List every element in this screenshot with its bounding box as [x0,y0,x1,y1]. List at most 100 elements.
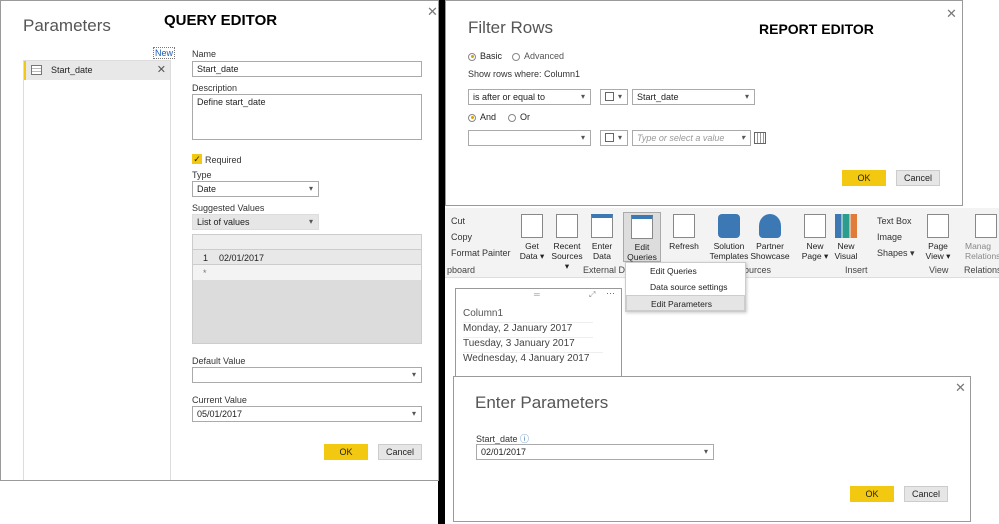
list-item[interactable]: Start_date ✕ [24,61,170,80]
ok-button[interactable]: OK [850,486,894,502]
format-painter-button[interactable]: Format Painter [451,248,511,258]
text-box-button[interactable]: Text Box [865,216,912,226]
row-value[interactable]: 02/01/2017 [219,253,264,263]
close-icon[interactable]: ✕ [955,380,966,396]
current-label: Current Value [192,395,247,405]
caption: REPORT EDITOR [759,21,874,37]
close-icon[interactable]: ✕ [427,4,438,20]
type-label: Type [192,170,212,180]
table-row: Tuesday, 3 January 2017 [463,337,593,349]
suggested-select[interactable]: List of values [192,214,319,230]
operator1-select[interactable]: is after or equal to [468,89,591,105]
bar-chart-icon [835,214,857,238]
table-icon [31,65,42,75]
suggested-label: Suggested Values [192,203,265,213]
cancel-button[interactable]: Cancel [378,444,422,460]
and-radio[interactable]: And [468,112,496,122]
shapes-button[interactable]: Shapes ▾ [865,248,915,259]
focus-mode-icon[interactable]: ⤢ [589,290,595,300]
basic-radio[interactable]: Basic [468,51,502,61]
person-icon [759,214,781,238]
operator2-select[interactable] [468,130,591,146]
table-row: Wednesday, 4 January 2017 [463,352,603,364]
solution-templates-button[interactable]: Solution Templates [709,214,749,261]
menu-item-edit-parameters[interactable]: Edit Parameters [626,295,745,311]
required-label: Required [205,155,242,165]
cancel-button[interactable]: Cancel [896,170,940,186]
or-radio[interactable]: Or [508,112,530,122]
edit-queries-menu: Edit Queries Data source settings Edit P… [625,262,746,312]
parameters-dialog: Parameters QUERY EDITOR ✕ New Start_date… [0,0,439,481]
page-view-button[interactable]: Page View ▾ [923,214,953,261]
list-item-label: Start_date [51,65,93,75]
new-link[interactable]: New [153,47,176,59]
puzzle-icon [718,214,740,238]
clock-icon [556,214,578,238]
relationships-icon [975,214,997,238]
new-page-button[interactable]: New Page ▾ [800,214,830,261]
enter-parameters-dialog: Enter Parameters ✕ Start_date ⓘ 02/01/20… [453,376,971,522]
name-input[interactable]: Start_date [192,61,422,77]
type2-select[interactable] [600,130,628,146]
current-select[interactable]: 05/01/2017 [192,406,422,422]
info-icon: ⓘ [520,434,530,444]
enter-data-button[interactable]: Enter Data [588,214,616,261]
refresh-icon [673,214,695,238]
edit-queries-button[interactable]: EditQueries ▾ [623,212,661,272]
page-chart-icon [804,214,826,238]
get-data-button[interactable]: Get Data ▾ [517,214,547,261]
cut-button[interactable]: Cut [451,216,465,226]
filter-rows-dialog: Filter Rows REPORT EDITOR ✕ Basic Advanc… [445,0,963,206]
advanced-label: Advanced [524,51,565,61]
menu-item-edit-queries[interactable]: Edit Queries [626,263,745,279]
refresh-button[interactable]: Refresh [667,214,701,251]
ok-button[interactable]: OK [324,444,368,460]
default-select[interactable] [192,367,422,383]
partner-showcase-button[interactable]: Partner Showcase [750,214,790,261]
edit-table-icon [631,215,653,239]
caption: QUERY EDITOR [164,12,278,29]
grid-row[interactable]: 1 02/01/2017 [193,250,421,265]
column-header[interactable]: Column1 [463,308,503,319]
row-number: 1 [203,253,209,263]
calendar-icon[interactable] [754,132,766,144]
copy-button[interactable]: Copy [451,232,472,242]
more-options-icon[interactable]: ··· [606,288,615,298]
value1-select[interactable]: Start_date [632,89,755,105]
group-label: pboard [447,265,476,275]
table-icon [591,214,613,238]
description-input[interactable]: Define start_date [192,94,422,140]
dialog-title: Filter Rows [468,18,554,37]
group-label: Insert [845,265,868,275]
drag-handle-icon[interactable]: ═ [534,290,540,299]
dialog-title: Parameters [23,16,111,35]
image-button[interactable]: Image [865,232,902,242]
delete-icon[interactable]: ✕ [157,63,166,76]
group-label: Relations [964,265,999,275]
new-visual-button[interactable]: New Visual [832,214,860,261]
close-icon[interactable]: ✕ [946,6,957,22]
basic-label: Basic [480,51,503,61]
required-checkbox[interactable]: ✓ [192,154,202,164]
manage-relationships-button[interactable]: Manag Relations [965,214,999,261]
divider [438,0,445,524]
show-rows-label: Show rows where: Column1 [468,69,581,79]
row-number: * [203,268,207,278]
ok-button[interactable]: OK [842,170,886,186]
start-date-select[interactable]: 02/01/2017 [476,444,714,460]
group-label: External Da [583,265,631,275]
type1-select[interactable] [600,89,628,105]
grid-row[interactable]: * [193,265,421,280]
cancel-button[interactable]: Cancel [904,486,948,502]
value2-input[interactable]: Type or select a value [632,130,751,146]
advanced-radio[interactable]: Advanced [512,51,564,61]
table-visual[interactable]: ═ ⤢ ··· Column1 Monday, 2 January 2017 T… [455,288,622,378]
group-label: ources [744,265,772,275]
table-row: Monday, 2 January 2017 [463,322,593,334]
parameter-list: Start_date ✕ [23,60,171,480]
type-select[interactable]: Date [192,181,319,197]
recent-sources-button[interactable]: Recent Sources ▾ [549,214,585,271]
name-label: Name [192,49,217,59]
menu-item-data-source-settings[interactable]: Data source settings [626,279,745,295]
default-label: Default Value [192,356,246,366]
